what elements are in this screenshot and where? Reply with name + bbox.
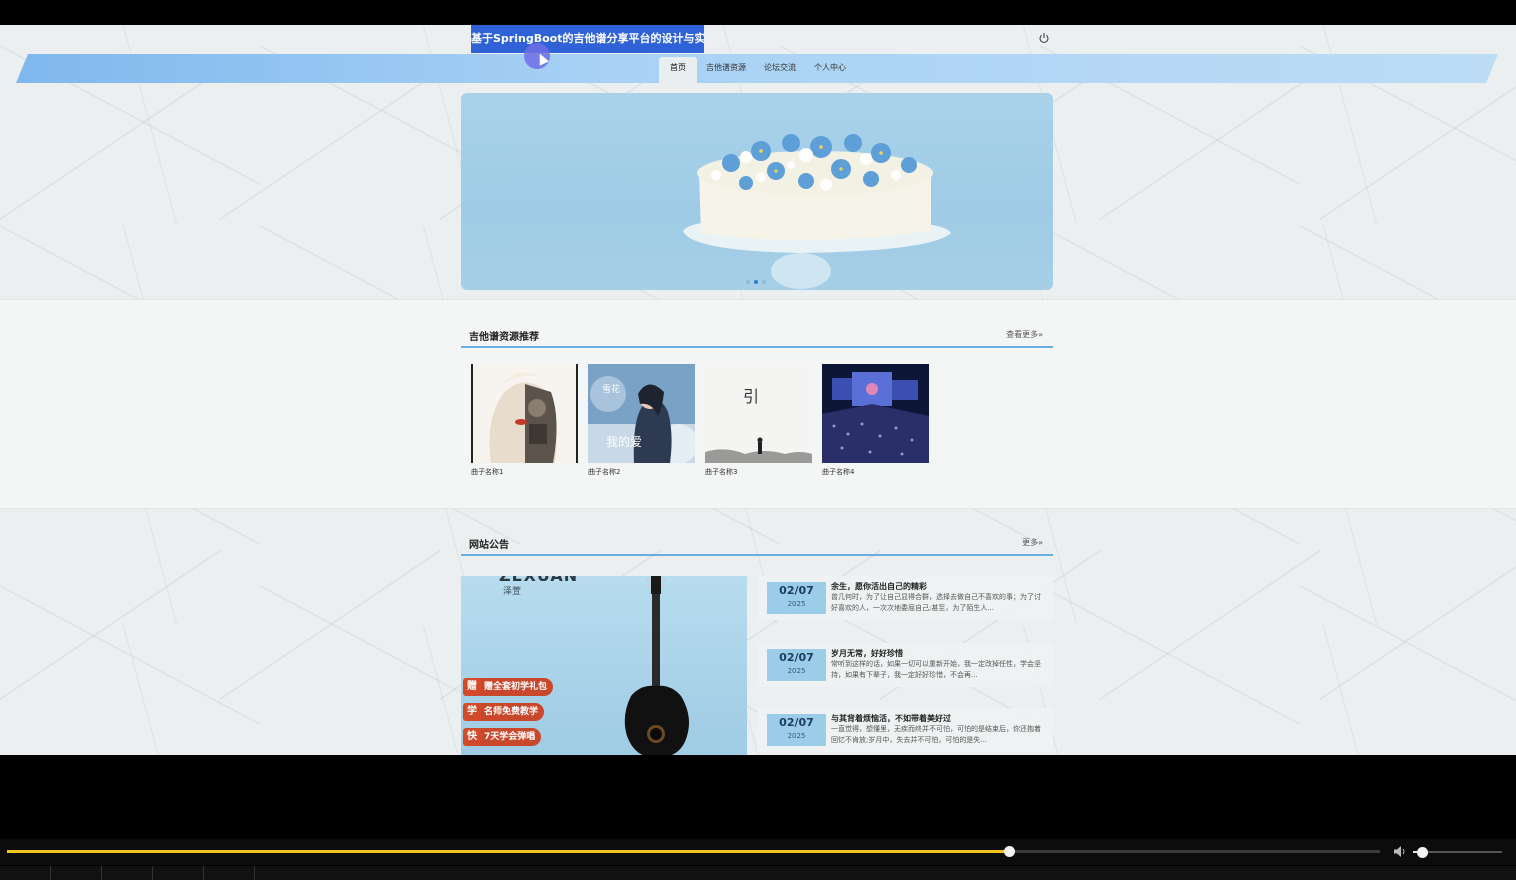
ad-tag: 学名师免费教学 <box>463 703 545 721</box>
carousel-dots <box>746 280 766 284</box>
notice-date: 02/07 2025 <box>767 714 826 746</box>
carousel-banner[interactable] <box>461 93 1053 290</box>
tab-card-4[interactable]: 曲子名称4 <box>822 364 929 477</box>
notice-item[interactable]: 02/07 2025 余生，愿你活出自己的精彩 曾几何时，为了让自己显得合群，选… <box>757 576 1053 620</box>
tab-card-name: 曲子名称3 <box>705 468 738 476</box>
notice-item[interactable]: 02/07 2025 与其背着烦恼活，不如带着美好过 一直觉得，想懂里，无疾而终… <box>757 708 1053 752</box>
notice-item[interactable]: 02/07 2025 岁月无常，好好珍惜 常听到这样的话，如果一切可以重新开始，… <box>757 643 1053 687</box>
ad-brand-cn: 泽萱 <box>503 587 522 597</box>
notice-more-link[interactable]: 更多» <box>1022 537 1043 548</box>
album-cover-portrait-robot <box>471 364 578 463</box>
video-player-controls <box>0 839 1516 865</box>
guitar-ad-image[interactable]: ZEXUAN 泽萱 赠赠全套初学礼包 学名师免费教学 快7天学会弹唱 <box>461 576 747 755</box>
notice-summary: 一直觉得，想懂里，无疾而终并不可怕，可怕的是结束后，你还抱着回忆不肯放;岁月中，… <box>831 725 1041 744</box>
site-title: 基于SpringBoot的吉他谱分享平台的设计与实现 <box>471 25 704 53</box>
notice-title-text: 与其背着烦恼活，不如带着美好过 <box>831 714 951 723</box>
volume-thumb[interactable] <box>1416 847 1428 858</box>
nav-home[interactable]: 首页 <box>659 57 697 83</box>
taskbar-item[interactable] <box>51 866 102 880</box>
seek-bar[interactable] <box>7 846 1380 857</box>
taskbar-item[interactable] <box>153 866 204 880</box>
notice-title-text: 余生，愿你活出自己的精彩 <box>831 582 927 591</box>
seek-progress <box>7 850 1010 853</box>
album-cover-woman-snow: 雪花 我的爱 <box>588 364 695 463</box>
nav-user-center[interactable]: 个人中心 <box>805 57 855 79</box>
tab-card-2[interactable]: 雪花 我的爱 曲子名称2 <box>588 364 695 477</box>
carousel-dot[interactable] <box>746 280 750 284</box>
notice-header: 网站公告 更多» <box>461 532 1053 556</box>
svg-text:雪花: 雪花 <box>602 383 620 395</box>
notice-date: 02/07 2025 <box>767 582 826 614</box>
notice-date: 02/07 2025 <box>767 649 826 681</box>
tab-card-3[interactable]: 引 曲子名称3 <box>705 364 812 477</box>
volume-icon[interactable] <box>1393 845 1407 858</box>
guitar-image <box>624 576 689 755</box>
main-nav: 首页 吉他谱资源 论坛交流 个人中心 <box>659 57 855 83</box>
ad-tag: 快 7天学会弹唱 <box>463 728 542 746</box>
recommend-more-link[interactable]: 查看更多» <box>1006 329 1043 340</box>
notice-summary: 曾几何时，为了让自己显得合群，选择去做自己不喜欢的事；为了讨好喜欢的人，一次次地… <box>831 593 1041 612</box>
taskbar-item[interactable] <box>0 866 51 880</box>
taskbar-item[interactable] <box>102 866 153 880</box>
power-icon[interactable] <box>1038 32 1050 44</box>
notice-title-text: 岁月无常，好好珍惜 <box>831 649 903 658</box>
carousel-dot-active[interactable] <box>754 280 758 284</box>
taskbar <box>0 866 1516 880</box>
carousel-dot[interactable] <box>762 280 766 284</box>
cake-image <box>683 134 951 289</box>
notice-summary: 常听到这样的话，如果一切可以重新开始，我一定改掉任性，学会坚持，如果有下辈子，我… <box>831 660 1041 679</box>
nav-guitar-tabs[interactable]: 吉他谱资源 <box>697 57 755 79</box>
svg-text:引: 引 <box>743 387 759 406</box>
taskbar-item[interactable] <box>204 866 255 880</box>
tab-card-name: 曲子名称4 <box>822 468 855 476</box>
recommend-title: 吉他谱资源推荐 <box>469 332 539 343</box>
recommend-header: 吉他谱资源推荐 查看更多» <box>461 324 1053 348</box>
concert-crowd-photo <box>822 364 929 463</box>
tab-card-name: 曲子名称1 <box>471 468 504 476</box>
album-cover-minimal-figure: 引 <box>705 364 812 463</box>
nav-forum[interactable]: 论坛交流 <box>755 57 805 79</box>
ad-tag: 赠赠全套初学礼包 <box>463 678 554 696</box>
notice-title: 网站公告 <box>469 540 509 551</box>
recommend-list: 曲子名称1 雪花 我的爱 曲子名称2 引 曲子名称3 曲子名称4 <box>471 364 929 477</box>
svg-text:我的爱: 我的爱 <box>606 434 642 449</box>
tab-card-1[interactable]: 曲子名称1 <box>471 364 578 477</box>
browser-viewport: 基于SpringBoot的吉他谱分享平台的设计与实现 首页 吉他谱资源 论坛交流… <box>0 25 1516 755</box>
seek-thumb[interactable] <box>1004 846 1016 857</box>
tab-card-name: 曲子名称2 <box>588 468 621 476</box>
volume-slider[interactable] <box>1413 847 1502 858</box>
